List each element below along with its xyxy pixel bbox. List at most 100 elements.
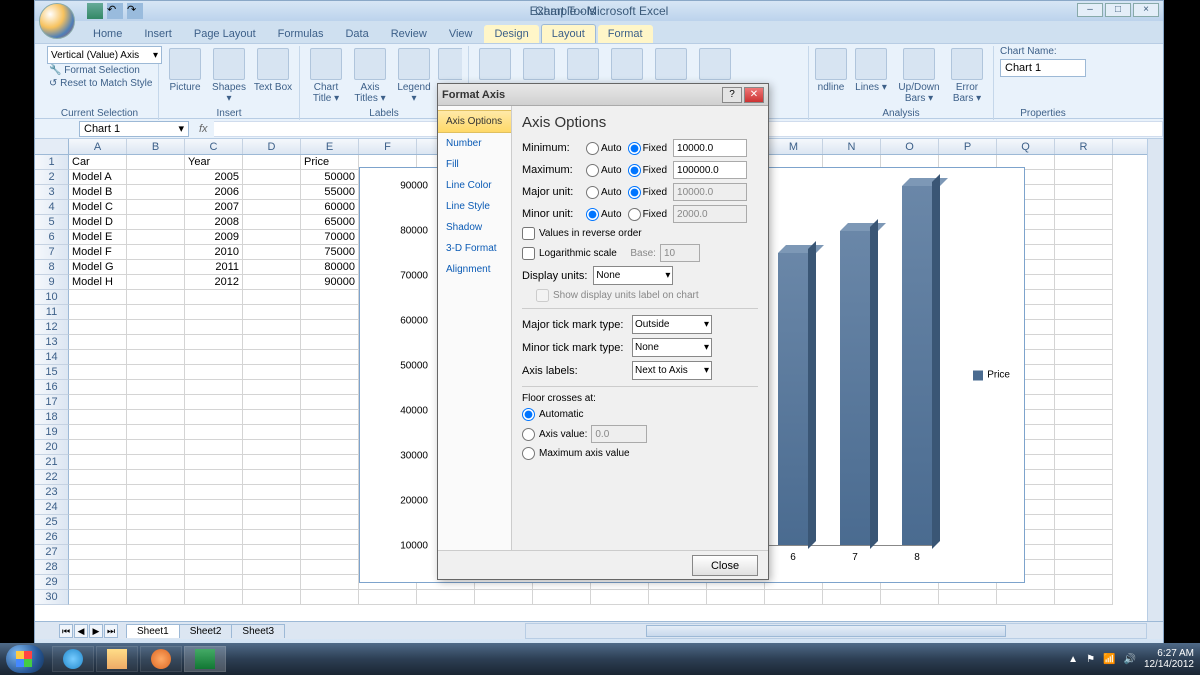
- clock[interactable]: 6:27 AM 12/14/2012: [1144, 648, 1194, 670]
- cell[interactable]: [69, 455, 127, 470]
- cell[interactable]: [127, 275, 185, 290]
- major-fixed-radio[interactable]: Fixed: [628, 186, 667, 199]
- row-header[interactable]: 15: [35, 365, 69, 380]
- major-tick-select[interactable]: Outside▾: [632, 315, 712, 334]
- cell[interactable]: [127, 560, 185, 575]
- tab-formulas[interactable]: Formulas: [268, 25, 334, 43]
- cell[interactable]: [69, 380, 127, 395]
- cell[interactable]: [707, 590, 765, 605]
- cell[interactable]: [1055, 275, 1113, 290]
- cell[interactable]: 75000: [301, 245, 359, 260]
- cell[interactable]: [301, 530, 359, 545]
- cell[interactable]: [301, 560, 359, 575]
- cell[interactable]: [185, 305, 243, 320]
- min-fixed-radio[interactable]: Fixed: [628, 142, 667, 155]
- cell[interactable]: [69, 500, 127, 515]
- close-button[interactable]: Close: [692, 555, 758, 576]
- cell[interactable]: 2007: [185, 200, 243, 215]
- minor-auto-radio[interactable]: Auto: [586, 208, 622, 221]
- cell[interactable]: [301, 410, 359, 425]
- cell[interactable]: [69, 290, 127, 305]
- row-header[interactable]: 7: [35, 245, 69, 260]
- sheet-tab-2[interactable]: Sheet2: [179, 624, 233, 638]
- chart-y-axis[interactable]: 1000020000300004000050000600007000080000…: [388, 186, 434, 546]
- cell[interactable]: [127, 395, 185, 410]
- cell[interactable]: [69, 470, 127, 485]
- updown-bars-button[interactable]: Up/Down Bars ▾: [895, 48, 943, 104]
- floor-value-radio[interactable]: Axis value:: [522, 425, 758, 443]
- cell[interactable]: Model A: [69, 170, 127, 185]
- cell[interactable]: [243, 530, 301, 545]
- cell[interactable]: [185, 575, 243, 590]
- cell[interactable]: [1055, 545, 1113, 560]
- flag-icon[interactable]: ⚑: [1086, 654, 1095, 665]
- cell[interactable]: [243, 455, 301, 470]
- cell[interactable]: Model B: [69, 185, 127, 200]
- cell[interactable]: [243, 365, 301, 380]
- cell[interactable]: [243, 320, 301, 335]
- tab-layout[interactable]: Layout: [541, 24, 596, 43]
- tab-page-layout[interactable]: Page Layout: [184, 25, 266, 43]
- cell[interactable]: [301, 305, 359, 320]
- system-tray[interactable]: ▲ ⚑ 📶 🔊 6:27 AM 12/14/2012: [1068, 648, 1194, 670]
- cell[interactable]: [1055, 290, 1113, 305]
- cell[interactable]: [301, 500, 359, 515]
- cell[interactable]: [1055, 410, 1113, 425]
- cell[interactable]: [1055, 530, 1113, 545]
- legend-button[interactable]: Legend ▾: [394, 48, 434, 104]
- cell[interactable]: [69, 320, 127, 335]
- cell[interactable]: [69, 545, 127, 560]
- tab-design[interactable]: Design: [484, 25, 538, 43]
- select-all-corner[interactable]: [35, 139, 69, 154]
- row-header[interactable]: 20: [35, 440, 69, 455]
- row-header[interactable]: 30: [35, 590, 69, 605]
- cell[interactable]: [127, 410, 185, 425]
- tab-insert[interactable]: Insert: [134, 25, 182, 43]
- cell[interactable]: [127, 245, 185, 260]
- row-header[interactable]: 3: [35, 185, 69, 200]
- sheet-nav-buttons[interactable]: ⏮◀▶⏭: [59, 624, 118, 638]
- log-checkbox[interactable]: Logarithmic scale Base:: [522, 244, 758, 262]
- textbox-button[interactable]: Text Box: [253, 48, 293, 93]
- major-input[interactable]: [673, 183, 747, 201]
- max-input[interactable]: [673, 161, 747, 179]
- cell[interactable]: [185, 350, 243, 365]
- cell[interactable]: [823, 590, 881, 605]
- office-button[interactable]: [39, 3, 75, 39]
- cell[interactable]: [243, 245, 301, 260]
- cell[interactable]: Year: [185, 155, 243, 170]
- cell[interactable]: [243, 425, 301, 440]
- cell[interactable]: [243, 515, 301, 530]
- cell[interactable]: Model F: [69, 245, 127, 260]
- reverse-checkbox[interactable]: Values in reverse order: [522, 227, 758, 240]
- redo-icon[interactable]: ↷: [127, 3, 143, 19]
- chart-bar[interactable]: [778, 253, 808, 545]
- row-header[interactable]: 12: [35, 320, 69, 335]
- axis-labels-select[interactable]: Next to Axis▾: [632, 361, 712, 380]
- chart-floor-button[interactable]: [651, 48, 691, 82]
- cell[interactable]: [243, 575, 301, 590]
- minor-tick-select[interactable]: None▾: [632, 338, 712, 357]
- cell[interactable]: [243, 260, 301, 275]
- cell[interactable]: [1055, 515, 1113, 530]
- taskbar-explorer[interactable]: [96, 646, 138, 672]
- cell[interactable]: [243, 560, 301, 575]
- save-icon[interactable]: [87, 3, 103, 19]
- row-header[interactable]: 4: [35, 200, 69, 215]
- cell[interactable]: [1055, 470, 1113, 485]
- cell[interactable]: [185, 590, 243, 605]
- cell[interactable]: [69, 590, 127, 605]
- cell[interactable]: [69, 530, 127, 545]
- cell[interactable]: [69, 515, 127, 530]
- cell[interactable]: [1055, 200, 1113, 215]
- cell[interactable]: [243, 230, 301, 245]
- cell[interactable]: [69, 305, 127, 320]
- plot-area-button[interactable]: [563, 48, 603, 82]
- tab-home[interactable]: Home: [83, 25, 132, 43]
- cell[interactable]: [185, 560, 243, 575]
- nav-shadow[interactable]: Shadow: [438, 217, 511, 238]
- tab-data[interactable]: Data: [335, 25, 378, 43]
- nav-number[interactable]: Number: [438, 133, 511, 154]
- cell[interactable]: 2012: [185, 275, 243, 290]
- cell[interactable]: [69, 335, 127, 350]
